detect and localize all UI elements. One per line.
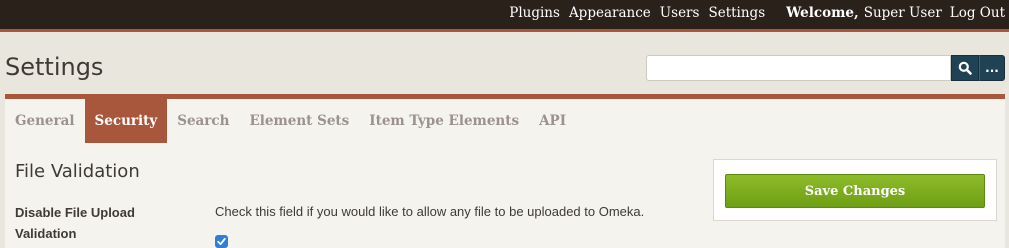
tab-element-sets[interactable]: Element Sets bbox=[239, 99, 359, 143]
tab-general[interactable]: General bbox=[5, 99, 85, 143]
advanced-search-button[interactable]: ... bbox=[979, 55, 1005, 81]
nav-users[interactable]: Users bbox=[660, 5, 700, 21]
tab-item-type-elements[interactable]: Item Type Elements bbox=[359, 99, 529, 143]
save-panel: Save Changes bbox=[713, 159, 997, 221]
tab-search[interactable]: Search bbox=[167, 99, 239, 143]
nav-appearance[interactable]: Appearance bbox=[569, 5, 651, 21]
disable-validation-label: Disable File Upload Validation bbox=[15, 205, 135, 241]
save-changes-button[interactable]: Save Changes bbox=[725, 174, 985, 208]
top-bar: Plugins Appearance Users Settings Welcom… bbox=[0, 0, 1009, 32]
settings-panel: General Security Search Element Sets Ite… bbox=[5, 94, 1005, 248]
search-icon bbox=[958, 61, 972, 75]
global-nav: Plugins Appearance Users Settings Welcom… bbox=[509, 5, 1005, 21]
user-name-link[interactable]: Super User bbox=[864, 5, 942, 21]
tab-security[interactable]: Security bbox=[84, 99, 168, 143]
disable-validation-description: Check this field if you would like to al… bbox=[215, 204, 645, 219]
disable-validation-checkbox[interactable] bbox=[215, 235, 228, 248]
checkmark-icon bbox=[217, 237, 226, 246]
nav-settings[interactable]: Settings bbox=[708, 5, 765, 21]
nav-plugins[interactable]: Plugins bbox=[509, 5, 560, 21]
logout-link[interactable]: Log Out bbox=[950, 5, 1005, 21]
search-button[interactable] bbox=[951, 55, 979, 81]
page-title: Settings bbox=[5, 53, 104, 81]
welcome-label: Welcome, bbox=[786, 5, 859, 21]
search-input[interactable] bbox=[646, 55, 951, 81]
tab-api[interactable]: API bbox=[529, 99, 576, 143]
welcome-message: Welcome, Super User bbox=[786, 5, 942, 21]
settings-tabs: General Security Search Element Sets Ite… bbox=[5, 99, 576, 143]
section-title: File Validation bbox=[15, 161, 140, 182]
